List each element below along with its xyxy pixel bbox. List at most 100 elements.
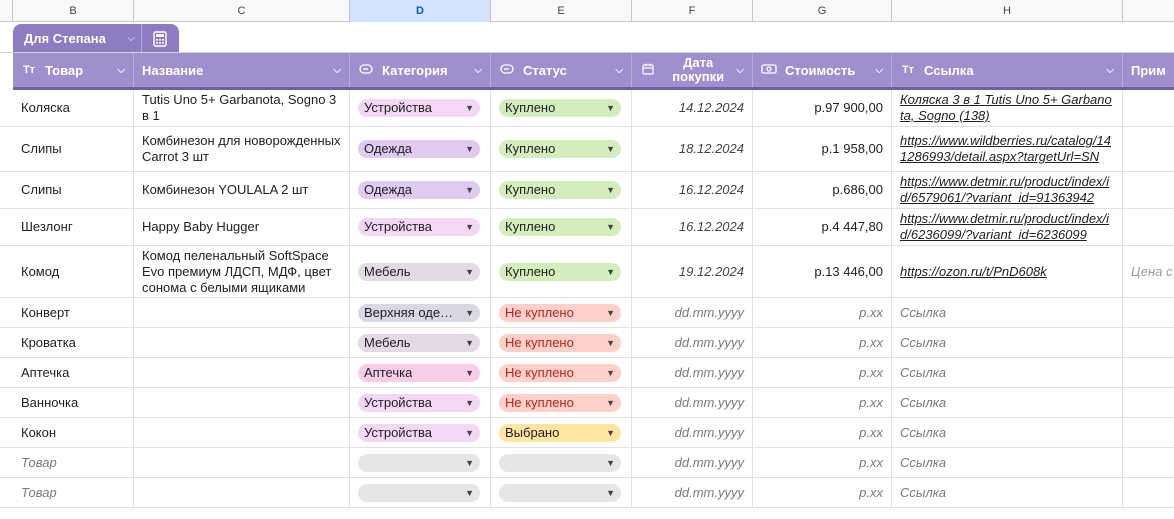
cell-cost[interactable]: р.xx [753,448,892,477]
cell-cost[interactable]: р.1 958,00 [753,127,892,171]
status-chip[interactable]: Выбрано ▼ [499,423,621,442]
chevron-down-icon[interactable]: ⌵ [474,65,482,76]
status-chip[interactable]: Не куплено ▼ [499,333,621,352]
cell-cost[interactable]: р.xx [753,418,892,447]
cell-category[interactable]: Верхняя одежда ▼ [350,298,491,327]
cell-status[interactable]: Не куплено ▼ [491,358,632,387]
cell-cost[interactable]: р.xx [753,358,892,387]
column-letter-i[interactable] [1123,0,1174,22]
chevron-down-icon[interactable]: ⌵ [875,65,883,76]
cell-date[interactable]: dd.mm.yyyy [632,418,753,447]
chevron-down-icon[interactable]: ⌵ [117,65,125,76]
cell-item[interactable]: Шезлонг [13,209,134,245]
column-letter-e[interactable]: E [491,0,632,22]
category-chip[interactable]: Устройства ▼ [358,218,480,236]
cell-category[interactable]: Устройства ▼ [350,90,491,126]
column-letter-c[interactable]: C [134,0,350,22]
cell-name[interactable] [134,448,350,477]
status-chip[interactable]: Куплено ▼ [499,262,621,281]
cell-note[interactable] [1123,127,1174,171]
chevron-down-icon[interactable]: ⌵ [615,65,623,76]
cell-link[interactable]: Ссылка [892,358,1123,387]
cell-name[interactable]: Tutis Uno 5+ Garbanota, Sogno 3 в 1 [134,90,350,126]
cell-date[interactable]: 19.12.2024 [632,246,753,297]
cell-name[interactable]: Комбинезон для новорожденных Carrot 3 шт [134,127,350,171]
column-letter-b[interactable]: B [13,0,134,22]
header-status[interactable]: Статус ⌵ [491,53,632,87]
cell-date[interactable]: dd.mm.yyyy [632,358,753,387]
cell-item[interactable]: Товар [13,448,134,477]
cell-date[interactable]: dd.mm.yyyy [632,298,753,327]
status-chip[interactable]: ▼ [499,453,621,472]
cell-status[interactable]: Куплено ▼ [491,246,632,297]
category-chip[interactable]: Устройства ▼ [358,393,480,412]
cell-note[interactable] [1123,328,1174,357]
header-tovar[interactable]: Tт Товар ⌵ [13,53,134,87]
cell-status[interactable]: Не куплено ▼ [491,388,632,417]
cell-name[interactable] [134,298,350,327]
table-row[interactable]: Шезлонг Happy Baby Hugger Устройства ▼ К… [0,209,1174,246]
cell-cost[interactable]: р.xx [753,388,892,417]
cell-category[interactable]: Мебель ▼ [350,246,491,297]
category-chip[interactable]: Мебель ▼ [358,333,480,352]
header-data-pokupki[interactable]: Дата покупки ⌵ [632,53,753,87]
cell-cost[interactable]: р.97 900,00 [753,90,892,126]
cell-category[interactable]: Аптечка ▼ [350,358,491,387]
cell-status[interactable]: ▼ [491,478,632,507]
cell-category[interactable]: Устройства ▼ [350,418,491,447]
cell-name[interactable] [134,358,350,387]
category-chip[interactable]: Верхняя одежда ▼ [358,303,480,322]
cell-note[interactable] [1123,478,1174,507]
table-row[interactable]: Конверт Верхняя одежда ▼ Не куплено ▼ dd… [0,298,1174,328]
table-row[interactable]: Ванночка Устройства ▼ Не куплено ▼ dd.mm… [0,388,1174,418]
calculator-icon[interactable] [142,24,178,53]
table-row[interactable]: Аптечка Аптечка ▼ Не куплено ▼ dd.mm.yyy… [0,358,1174,388]
cell-date[interactable]: dd.mm.yyyy [632,388,753,417]
table-row[interactable]: Слипы Комбинезон YOULALA 2 шт Одежда ▼ К… [0,172,1174,209]
status-chip[interactable]: Не куплено ▼ [499,303,621,322]
cell-item[interactable]: Ванночка [13,388,134,417]
status-chip[interactable]: ▼ [499,483,621,502]
status-chip[interactable]: Не куплено ▼ [499,363,621,382]
cell-date[interactable]: dd.mm.yyyy [632,328,753,357]
cell-name[interactable]: Комод пеленальный SoftSpace Evo премиум … [134,246,350,297]
table-row[interactable]: Кроватка Мебель ▼ Не куплено ▼ dd.mm.yyy… [0,328,1174,358]
cell-status[interactable]: Куплено ▼ [491,209,632,245]
cell-category[interactable]: Мебель ▼ [350,328,491,357]
cell-link[interactable]: Ссылка [892,388,1123,417]
chevron-down-icon[interactable]: ⌵ [736,65,744,76]
column-letter-d[interactable]: D [350,0,491,22]
header-kategoriya[interactable]: Категория ⌵ [350,53,491,87]
cell-item[interactable]: Аптечка [13,358,134,387]
cell-link[interactable]: Ссылка [892,418,1123,447]
cell-link[interactable]: https://ozon.ru/t/PnD608k [892,246,1123,297]
product-link[interactable]: Коляска 3 в 1 Tutis Uno 5+ Garbanota, So… [900,92,1114,124]
header-primechanie[interactable]: Примет [1123,53,1174,87]
table-row[interactable]: Кокон Устройства ▼ Выбрано ▼ dd.mm.yyyy … [0,418,1174,448]
cell-cost[interactable]: р.xx [753,298,892,327]
cell-note[interactable] [1123,172,1174,208]
cell-cost[interactable]: р.13 446,00 [753,246,892,297]
header-stoimost[interactable]: Стоимость ⌵ [753,53,892,87]
cell-item[interactable]: Комод [13,246,134,297]
cell-item[interactable]: Слипы [13,172,134,208]
header-nazvanie[interactable]: Название ⌵ [134,53,350,87]
product-link[interactable]: https://ozon.ru/t/PnD608k [900,264,1047,280]
table-tab[interactable]: Для Степана ⌵ [13,24,179,53]
cell-link[interactable]: Ссылка [892,478,1123,507]
table-row[interactable]: Товар ▼ ▼ dd.mm.yyyy р.xx Ссылка [0,448,1174,478]
cell-date[interactable]: 16.12.2024 [632,172,753,208]
cell-note[interactable] [1123,448,1174,477]
category-chip[interactable]: Одежда ▼ [358,181,480,199]
cell-date[interactable]: 18.12.2024 [632,127,753,171]
cell-link[interactable]: https://www.detmir.ru/product/index/id/6… [892,172,1123,208]
cell-status[interactable]: Куплено ▼ [491,90,632,126]
status-chip[interactable]: Куплено ▼ [499,218,621,236]
cell-name[interactable] [134,478,350,507]
cell-item[interactable]: Коляска [13,90,134,126]
cell-note[interactable] [1123,90,1174,126]
cell-status[interactable]: Выбрано ▼ [491,418,632,447]
product-link[interactable]: https://www.detmir.ru/product/index/id/6… [900,211,1114,243]
cell-name[interactable]: Комбинезон YOULALA 2 шт [134,172,350,208]
cell-cost[interactable]: р.686,00 [753,172,892,208]
